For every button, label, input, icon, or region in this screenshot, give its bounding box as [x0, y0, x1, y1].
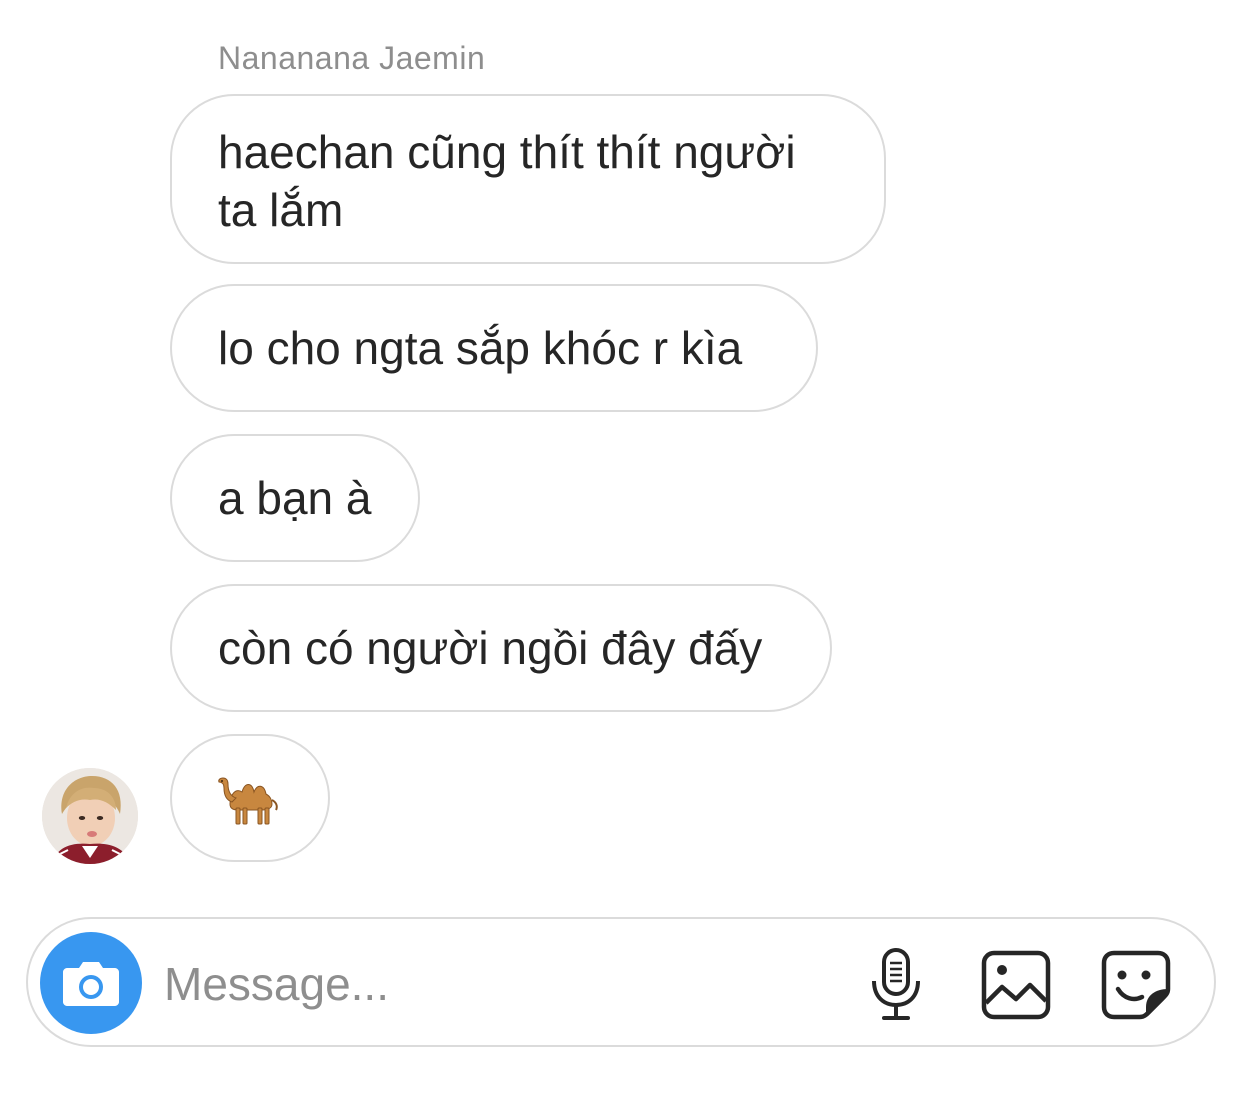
message-bubble[interactable]: a bạn à [170, 434, 420, 562]
camera-button[interactable] [40, 932, 142, 1034]
camera-icon [63, 962, 119, 1006]
avatar-image [42, 768, 138, 864]
camel-icon [218, 777, 278, 825]
microphone-icon [872, 948, 920, 1020]
message-bubble[interactable]: lo cho ngta sắp khóc r kìa [170, 284, 818, 412]
message-text: còn có người ngồi đây đấy [218, 622, 763, 674]
message-bubble[interactable]: còn có người ngồi đây đấy [170, 584, 832, 712]
message-composer [26, 917, 1216, 1047]
message-bubble[interactable]: haechan cũng thít thít người ta lắm [170, 94, 886, 264]
message-input[interactable] [164, 949, 824, 1019]
gallery-icon [981, 950, 1051, 1020]
sticker-icon [1101, 950, 1171, 1020]
gallery-button[interactable] [978, 947, 1054, 1023]
message-text: lo cho ngta sắp khóc r kìa [218, 322, 743, 374]
sender-name: Nananana Jaemin [218, 40, 486, 76]
microphone-button[interactable] [858, 947, 934, 1023]
avatar[interactable] [42, 768, 138, 864]
message-bubble-emoji[interactable] [170, 734, 330, 862]
message-text: haechan cũng thít thít người ta lắm [218, 126, 796, 236]
sticker-button[interactable] [1098, 947, 1174, 1023]
chat-screen: Nananana Jaemin haechan cũng thít thít n… [0, 0, 1242, 1102]
message-text: a bạn à [218, 472, 372, 524]
